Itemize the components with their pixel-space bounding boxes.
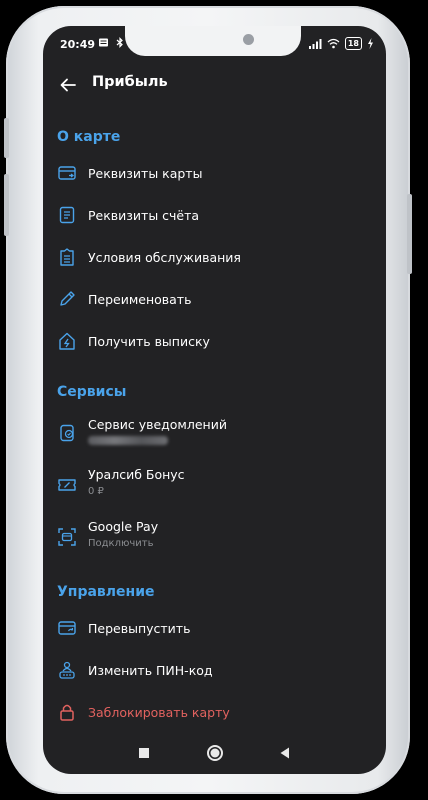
volume-button [4,118,9,158]
account-details-item[interactable]: Реквизиты счёта [43,196,386,234]
notification-icon [60,424,74,442]
signal-icon [308,39,322,49]
reissue-label: Перевыпустить [88,621,191,636]
document-icon [59,206,75,224]
uralsib-bonus-label: Уралсиб Бонус [88,467,185,482]
battery-level: 18 [344,37,362,50]
uralsib-bonus-item[interactable]: Уралсиб Бонус 0 ₽ [43,462,386,508]
notch [125,26,301,56]
camera-icon [243,34,254,45]
service-terms-item[interactable]: Условия обслуживания [43,238,386,276]
charging-icon [368,38,373,49]
status-bar: 20:49 18 [43,26,386,62]
home-icon[interactable] [204,742,226,764]
service-terms-label: Условия обслуживания [88,250,241,265]
bonus-ticket-icon [58,479,76,491]
card-details-label: Реквизиты карты [88,166,203,181]
lock-icon [60,704,74,721]
rename-item[interactable]: Переименовать [43,280,386,318]
reissue-item[interactable]: Перевыпустить [43,609,386,647]
section-title-management: Управление [57,584,155,600]
back-arrow-icon[interactable] [58,75,78,95]
change-pin-item[interactable]: Изменить ПИН-код [43,651,386,689]
google-pay-label: Google Pay [88,519,159,534]
message-icon [99,38,108,47]
block-card-label: Заблокировать карту [88,705,230,720]
bluetooth-icon [116,37,123,48]
rename-label: Переименовать [88,292,192,307]
card-details-item[interactable]: Реквизиты карты [43,154,386,192]
account-details-label: Реквизиты счёта [88,208,200,223]
clipboard-icon [60,248,74,266]
volume-button [4,174,9,236]
get-statement-item[interactable]: Получить выписку [43,322,386,360]
section-title-services: Сервисы [57,384,127,400]
pencil-icon [60,291,75,306]
page-title: Прибыль [92,74,168,90]
notification-service-item[interactable]: Сервис уведомлений [43,410,386,456]
masked-phone-number [88,436,168,445]
header: Прибыль [43,70,386,100]
back-triangle-icon[interactable] [274,742,296,764]
pin-code-icon [59,661,75,679]
get-statement-label: Получить выписку [88,334,210,349]
wifi-icon [327,38,340,49]
recent-apps-icon[interactable] [133,742,155,764]
section-title-about-card: О карте [57,129,121,145]
block-card-item[interactable]: Заблокировать карту [43,693,386,731]
bonus-balance: 0 ₽ [88,486,104,497]
power-button [407,194,412,274]
card-details-icon [58,166,76,180]
navigation-bar [43,730,386,774]
google-pay-icon [58,528,76,546]
app-screen: 20:49 18 Прибыль О карте Реквизиты карты [43,26,386,774]
notification-service-label: Сервис уведомлений [88,417,227,432]
google-pay-status: Подключить [88,538,154,549]
change-pin-label: Изменить ПИН-код [88,663,213,678]
statement-icon [59,332,75,350]
card-reissue-icon [58,621,76,635]
status-time: 20:49 [60,38,96,51]
google-pay-item[interactable]: Google Pay Подключить [43,514,386,560]
